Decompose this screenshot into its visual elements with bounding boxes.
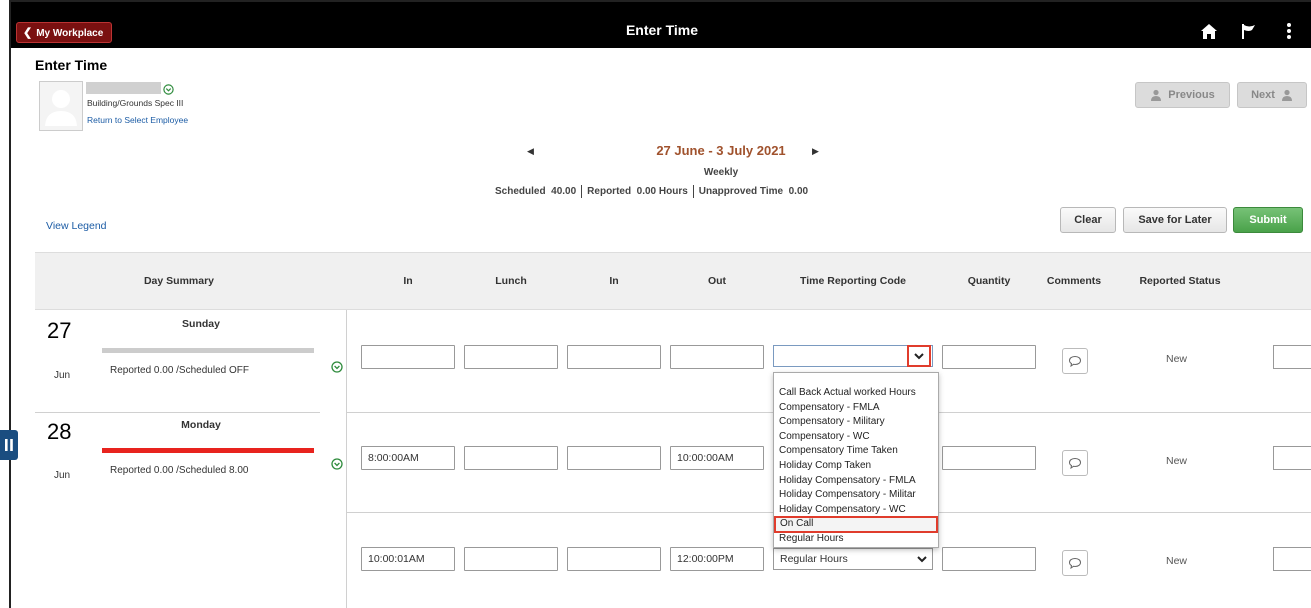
time-summary: Scheduled 40.00 Reported 0.00 Hours Unappr… — [495, 185, 809, 198]
day-number: 27 — [47, 318, 72, 343]
out-time-input[interactable]: 10:00:00AM — [670, 446, 764, 470]
reported-status: New — [1166, 455, 1188, 467]
app-frame: ❮ My Workplace Enter Time Enter Time Buil… — [9, 0, 1311, 608]
day-month: Jun — [54, 470, 71, 481]
save-for-later-button[interactable]: Save for Later — [1123, 207, 1227, 233]
app-title: Enter Time — [625, 22, 699, 38]
next-button[interactable]: Next — [1237, 82, 1307, 108]
trc-dropdown-toggle[interactable] — [907, 345, 931, 367]
quantity-input[interactable] — [942, 547, 1036, 571]
reported-status: New — [1166, 555, 1188, 567]
side-panel-toggle[interactable] — [0, 430, 18, 460]
chevron-down-circle-icon[interactable] — [331, 360, 343, 373]
chevron-down-circle-icon[interactable] — [163, 82, 174, 95]
trc-option[interactable]: Compensatory - FMLA — [774, 401, 938, 416]
speech-bubble-icon — [1068, 557, 1082, 569]
clear-button[interactable]: Clear — [1060, 207, 1116, 233]
out-time-input[interactable]: 12:00:00PM — [670, 547, 764, 571]
in-time-2-input[interactable] — [567, 547, 661, 571]
trc-option[interactable]: Holiday Compensatory - Militar — [774, 488, 938, 503]
in-time-2-input[interactable] — [567, 446, 661, 470]
employee-name-redacted — [86, 82, 161, 94]
avatar — [39, 81, 83, 131]
lunch-time-input[interactable] — [464, 547, 558, 571]
job-title: Building/Grounds Spec III — [87, 98, 184, 108]
extra-field-input[interactable] — [1273, 547, 1311, 571]
trc-option[interactable]: Compensatory Time Taken — [774, 444, 938, 459]
speech-bubble-icon — [1068, 355, 1082, 367]
in-time-input[interactable] — [361, 345, 455, 369]
more-options-icon[interactable] — [1279, 21, 1299, 41]
day-progress-bar — [102, 448, 314, 453]
trc-option[interactable]: Holiday Compensatory - FMLA — [774, 474, 938, 489]
page-title: Enter Time — [35, 57, 108, 73]
period-range: 27 June - 3 July 2021 — [656, 143, 786, 158]
day-month: Jun — [54, 370, 71, 381]
day-number: 28 — [47, 419, 72, 444]
chevron-down-icon — [917, 556, 927, 563]
col-out: Out — [707, 275, 727, 287]
out-time-input[interactable] — [670, 345, 764, 369]
top-icons — [1199, 21, 1299, 41]
comment-button[interactable] — [1062, 450, 1088, 476]
trc-option[interactable]: Call Back Actual worked Hours — [774, 386, 938, 401]
col-in: In — [403, 275, 413, 287]
day-reported: Reported 0.00 /Scheduled OFF — [110, 365, 249, 376]
submit-button[interactable]: Submit — [1233, 207, 1303, 233]
comment-button[interactable] — [1062, 550, 1088, 576]
grid-header: Day Summary In Lunch In Out Time Reporti… — [35, 252, 1311, 310]
pause-icon — [5, 439, 13, 451]
home-icon[interactable] — [1199, 21, 1219, 41]
time-reporting-code-select[interactable]: Regular Hours — [773, 548, 933, 570]
comment-button[interactable] — [1062, 348, 1088, 374]
view-legend-link[interactable]: View Legend — [46, 220, 107, 232]
view-type: Weekly — [703, 167, 739, 178]
chevron-down-icon — [914, 353, 924, 360]
day-name: Sunday — [182, 318, 220, 330]
next-period-arrow-icon[interactable]: ▶ — [812, 146, 819, 157]
extra-field-input[interactable] — [1273, 446, 1311, 470]
flag-icon[interactable] — [1239, 21, 1259, 41]
chevron-down-circle-icon[interactable] — [331, 457, 343, 470]
trc-option[interactable]: Holiday Compensatory - WC — [774, 503, 938, 518]
previous-button[interactable]: Previous — [1135, 82, 1230, 108]
day-divider — [35, 412, 320, 413]
day-column-divider — [346, 310, 347, 608]
col-quantity: Quantity — [967, 275, 1011, 287]
col-day-summary: Day Summary — [143, 275, 215, 287]
trc-option[interactable]: Compensatory - Military — [774, 415, 938, 430]
day-reported: Reported 0.00 /Scheduled 8.00 — [110, 465, 249, 476]
col-time-reporting-code: Time Reporting Code — [800, 275, 906, 287]
quantity-input[interactable] — [942, 345, 1036, 369]
person-icon — [1150, 89, 1162, 101]
previous-period-arrow-icon[interactable]: ◀ — [527, 146, 534, 157]
day-name: Monday — [181, 419, 221, 431]
day-progress-bar — [102, 348, 314, 353]
col-reported-status: Reported Status — [1139, 275, 1221, 287]
col-lunch: Lunch — [495, 275, 527, 287]
speech-bubble-icon — [1068, 457, 1082, 469]
col-in-2: In — [609, 275, 619, 287]
trc-option[interactable]: Holiday Comp Taken — [774, 459, 938, 474]
return-to-select-employee-link[interactable]: Return to Select Employee — [87, 115, 188, 125]
reported-status: New — [1166, 353, 1188, 365]
quantity-input[interactable] — [942, 446, 1036, 470]
person-icon — [1281, 89, 1293, 101]
lunch-time-input[interactable] — [464, 345, 558, 369]
extra-field-input[interactable] — [1273, 345, 1311, 369]
trc-option[interactable]: Regular Hours — [774, 532, 938, 547]
in-time-2-input[interactable] — [567, 345, 661, 369]
in-time-input[interactable]: 10:00:01AM — [361, 547, 455, 571]
in-time-input[interactable]: 8:00:00AM — [361, 446, 455, 470]
lunch-time-input[interactable] — [464, 446, 558, 470]
trc-dropdown-list: Call Back Actual worked Hours Compensato… — [773, 372, 939, 548]
top-bar: ❮ My Workplace Enter Time — [11, 2, 1311, 48]
col-comments: Comments — [1046, 275, 1102, 287]
trc-option[interactable]: Compensatory - WC — [774, 430, 938, 445]
trc-option-on-call[interactable]: On Call — [774, 516, 938, 533]
